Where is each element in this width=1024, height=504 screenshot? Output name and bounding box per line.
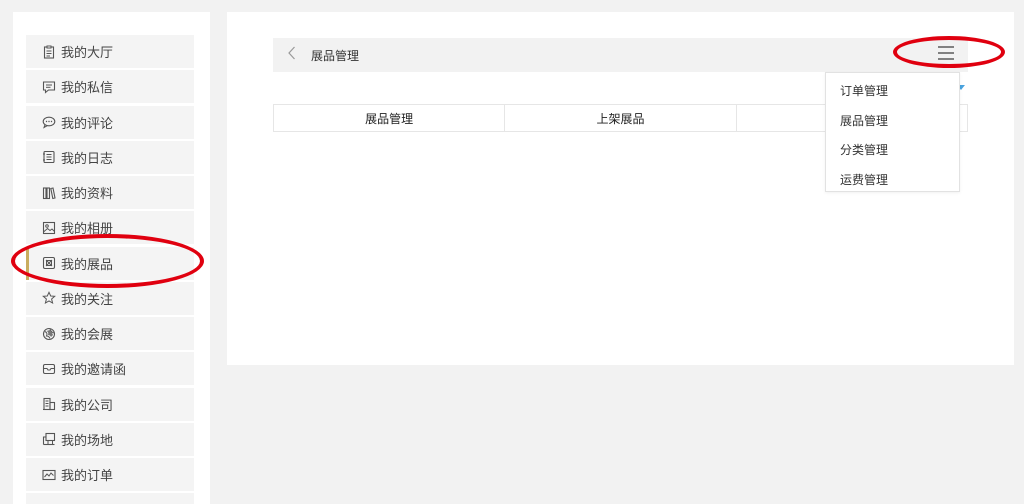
sidebar-item-label: 我的展品: [61, 257, 114, 273]
sidebar-item-messages[interactable]: 我的私信: [26, 70, 194, 104]
menu-item-shipping[interactable]: 运费管理: [826, 165, 959, 195]
sidebar-item-label: 我的邀请函: [61, 363, 127, 379]
sidebar-item-profile[interactable]: 我的资料: [26, 176, 194, 209]
sidebar-item-company[interactable]: 我的公司: [26, 387, 194, 421]
sidebar-item-exhibits[interactable]: 我的展品: [26, 246, 194, 280]
sidebar-item-follows[interactable]: 我的关注: [26, 281, 194, 315]
tab-listed-exhibits[interactable]: 上架展品: [505, 105, 737, 131]
sidebar-item-label: 我的日志: [61, 151, 114, 167]
hamburger-icon: [937, 45, 955, 65]
menu-button[interactable]: [932, 41, 960, 69]
sidebar-item-label: 我的场地: [61, 433, 114, 449]
sidebar-item-more[interactable]: [26, 493, 194, 504]
title-bar: 展品管理: [273, 38, 968, 72]
sidebar-item-label: 我的相册: [61, 222, 114, 238]
clipboard-icon: [42, 45, 56, 59]
comment-icon: [42, 115, 56, 129]
sidebar: 我的大厅 我的私信 我的评论 我的日志 我的资料 我的相册 我的展品 我的关注 …: [13, 12, 210, 504]
sidebar-item-label: 我的大厅: [61, 46, 114, 61]
sidebar-item-label: 我的私信: [61, 81, 114, 97]
order-icon: [42, 468, 56, 482]
journal-icon: [42, 150, 56, 164]
message-icon: [42, 80, 56, 94]
sidebar-item-hall[interactable]: 我的大厅: [26, 35, 194, 68]
sidebar-item-exhibitions[interactable]: 我的会展: [26, 317, 194, 350]
sidebar-item-label: 我的订单: [61, 469, 114, 484]
sidebar-item-comments[interactable]: 我的评论: [26, 105, 194, 139]
back-button[interactable]: [273, 38, 311, 72]
exhibit-icon: [42, 256, 56, 270]
dropdown-menu: 订单管理 展品管理 分类管理 运费管理: [825, 72, 960, 192]
sidebar-item-orders[interactable]: 我的订单: [26, 458, 194, 491]
menu-item-orders[interactable]: 订单管理: [826, 76, 959, 106]
sidebar-item-album[interactable]: 我的相册: [26, 211, 194, 245]
sidebar-item-label: 我的会展: [61, 328, 114, 343]
sidebar-item-label: 我的评论: [61, 116, 114, 132]
sidebar-item-venues[interactable]: 我的场地: [26, 422, 194, 456]
menu-item-exhibits[interactable]: 展品管理: [826, 106, 959, 136]
envelope-icon: [42, 362, 56, 376]
sidebar-item-label: 我的资料: [61, 187, 114, 202]
books-icon: [42, 186, 56, 200]
tab-exhibit-management[interactable]: 展品管理: [274, 105, 506, 131]
venue-icon: [42, 432, 56, 446]
building-icon: [42, 397, 56, 411]
sidebar-item-journal[interactable]: 我的日志: [26, 140, 194, 174]
menu-item-categories[interactable]: 分类管理: [826, 135, 959, 165]
star-icon: [42, 291, 56, 305]
globe-icon: [42, 327, 56, 341]
sidebar-item-invitations[interactable]: 我的邀请函: [26, 352, 194, 386]
image-icon: [42, 221, 56, 235]
sidebar-item-label: 我的关注: [61, 292, 114, 308]
page-title: 展品管理: [311, 48, 360, 63]
chevron-left-icon: [287, 45, 297, 65]
sidebar-item-label: 我的公司: [61, 398, 114, 414]
